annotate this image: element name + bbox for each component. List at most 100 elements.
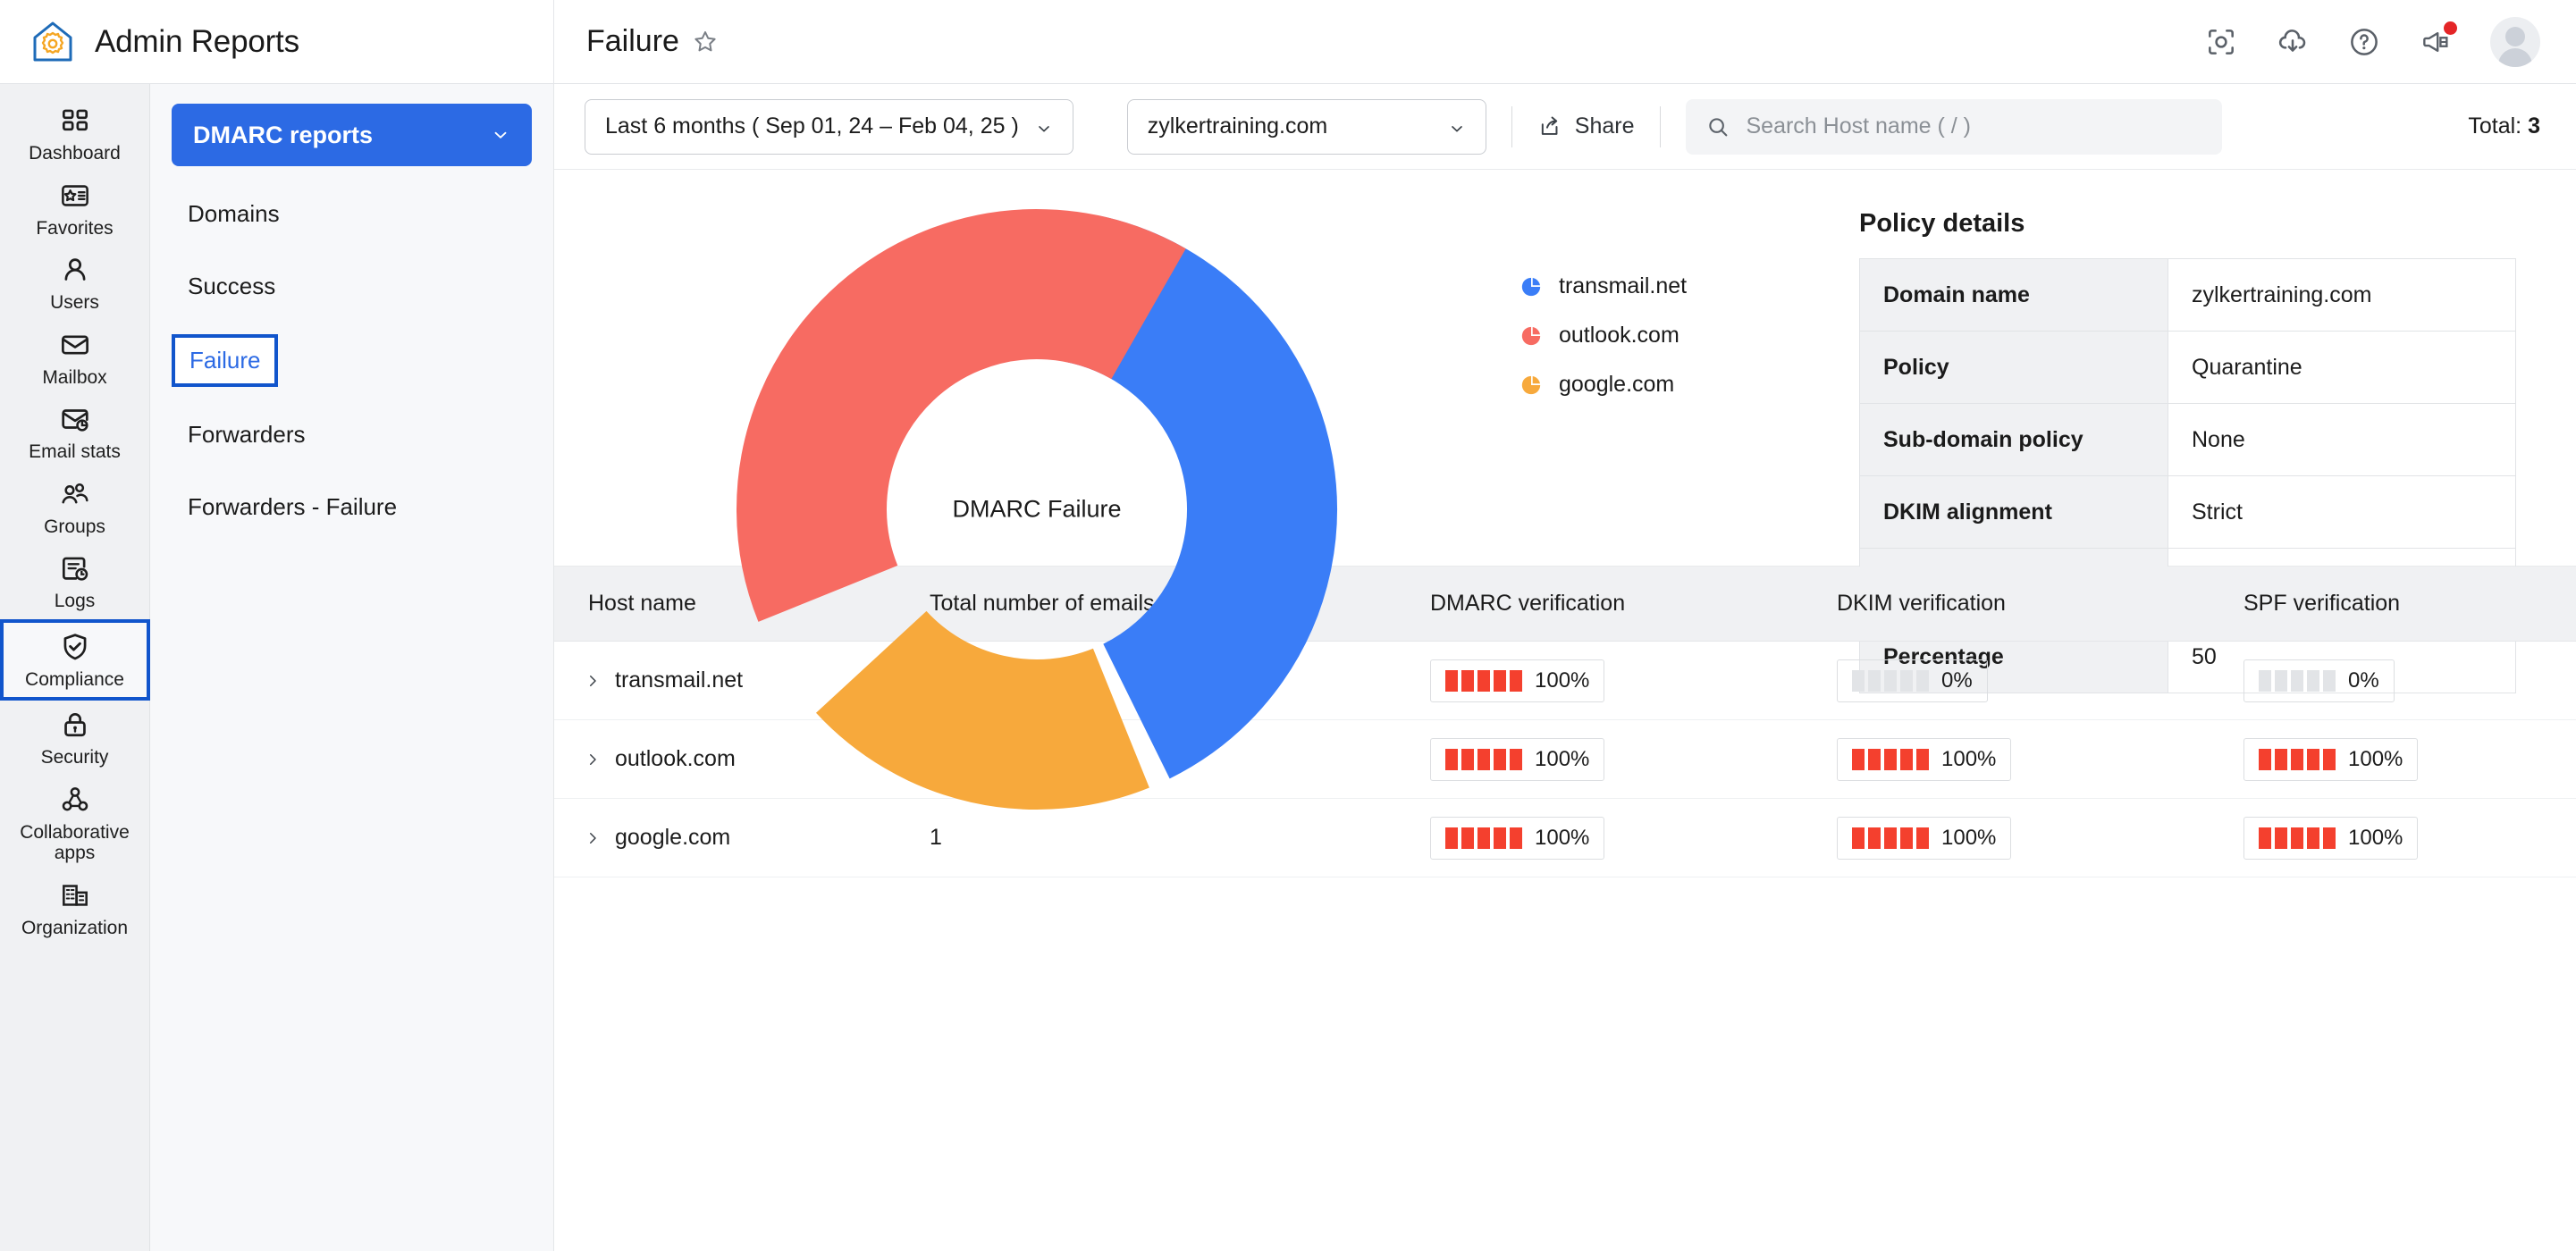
chevron-down-icon: [1448, 118, 1466, 136]
group-icon: [58, 477, 92, 511]
domain-selector-value: zylkertraining.com: [1147, 113, 1328, 139]
meter-percent: 100%: [1535, 667, 1590, 693]
meter-bars: [1445, 827, 1522, 849]
search-box[interactable]: [1685, 98, 2222, 155]
subnav-item-forwarders-failure[interactable]: Forwarders - Failure: [172, 483, 413, 532]
screenshot-capture-icon[interactable]: [2204, 25, 2238, 59]
meter-spf: 100%: [2243, 737, 2419, 781]
home-gear-icon: [30, 20, 75, 64]
brand[interactable]: Admin Reports: [0, 0, 554, 84]
chart-zone: DMARC Failure transmail.net outlook.com …: [554, 170, 2576, 810]
sidebar-item-security[interactable]: Security: [0, 701, 150, 776]
envelope-chart-icon: [58, 402, 92, 436]
page-title-wrap: Failure: [586, 24, 719, 59]
pie-slice-icon: [1520, 275, 1543, 298]
announcements-icon[interactable]: [2419, 21, 2457, 59]
meter-percent: 100%: [1535, 746, 1590, 771]
top-bar: Admin Reports Failure: [0, 0, 2576, 84]
sidebar-item-favorites[interactable]: Favorites: [0, 172, 150, 247]
help-icon[interactable]: [2347, 25, 2381, 59]
page-header: Failure: [554, 0, 2576, 84]
sidebar-item-label: Dashboard: [29, 143, 121, 164]
sidebar-item-label: Logs: [54, 591, 96, 612]
legend-label: google.com: [1559, 372, 1675, 397]
cell-spf-verification: 0%: [2243, 659, 2576, 702]
chevron-right-icon[interactable]: [585, 751, 601, 768]
shield-check-icon: [58, 630, 92, 664]
subnav-item-failure[interactable]: Failure: [172, 334, 279, 387]
dmarc-reports-group-header[interactable]: DMARC reports: [172, 104, 532, 166]
meter-bars: [1852, 827, 1929, 849]
subnav-item-forwarders[interactable]: Forwarders: [172, 410, 321, 459]
search-input[interactable]: [1746, 113, 2202, 139]
sidebar-item-logs[interactable]: Logs: [0, 544, 150, 619]
meter-percent: 100%: [2348, 825, 2403, 850]
cell-dkim-verification: 100%: [1837, 816, 2243, 860]
table-row: Policy Quarantine: [1859, 331, 2516, 404]
sidebar-item-label: Groups: [44, 516, 105, 537]
sidebar-item-email-stats[interactable]: Email stats: [0, 395, 150, 470]
sidebar-item-collaborative-apps[interactable]: Collaborative apps: [0, 776, 150, 871]
policy-key: Policy: [1859, 331, 2168, 404]
chevron-right-icon[interactable]: [585, 830, 601, 846]
date-range-label: Last 6 months ( Sep 01, 24 – Feb 04, 25 …: [605, 113, 1019, 139]
legend-item-google[interactable]: google.com: [1520, 372, 1859, 398]
meter-bars: [1445, 669, 1522, 692]
cloud-download-icon[interactable]: [2276, 25, 2310, 59]
cell-dmarc-verification: 100%: [1430, 659, 1837, 702]
column-header-spf: SPF verification: [2243, 591, 2401, 616]
main-content: Last 6 months ( Sep 01, 24 – Feb 04, 25 …: [554, 84, 2576, 1251]
chart-legend: transmail.net outlook.com google.com: [1520, 193, 1859, 421]
share-button[interactable]: Share: [1537, 113, 1635, 139]
policy-value: None: [2168, 403, 2516, 476]
cell-dkim-verification: 0%: [1837, 659, 2243, 702]
subnav-item-success[interactable]: Success: [172, 262, 291, 311]
meter-spf: 100%: [2243, 816, 2419, 860]
table-row: Domain name zylkertraining.com: [1859, 258, 2516, 332]
log-clock-icon: [58, 551, 92, 585]
page-title: Failure: [586, 24, 679, 58]
meter-dmarc: 100%: [1430, 659, 1605, 702]
policy-key: Sub-domain policy: [1859, 403, 2168, 476]
avatar[interactable]: [2490, 16, 2540, 67]
sidebar-item-label: Organization: [21, 917, 129, 938]
chevron-right-icon[interactable]: [585, 673, 601, 689]
sidebar-item-dashboard[interactable]: Dashboard: [0, 97, 150, 172]
date-range-filter[interactable]: Last 6 months ( Sep 01, 24 – Feb 04, 25 …: [585, 98, 1073, 155]
meter-percent: 0%: [2348, 667, 2379, 693]
secondary-nav-list: Domains Success Failure Forwarders Forwa…: [172, 189, 532, 555]
cell-dmarc-verification: 100%: [1430, 737, 1837, 781]
sidebar-item-groups[interactable]: Groups: [0, 470, 150, 545]
policy-value: Quarantine: [2168, 331, 2516, 404]
domain-selector[interactable]: zylkertraining.com: [1126, 98, 1486, 155]
user-icon: [58, 253, 92, 287]
meter-bars: [2259, 827, 2336, 849]
header-actions: [2204, 16, 2540, 67]
share-label: Share: [1574, 113, 1635, 139]
dmarc-reports-label: DMARC reports: [193, 121, 374, 148]
meter-dkim: 100%: [1837, 737, 2012, 781]
policy-key: DKIM alignment: [1859, 475, 2168, 549]
sidebar-item-compliance[interactable]: Compliance: [0, 618, 150, 701]
pie-slice-icon: [1520, 324, 1543, 348]
sidebar-item-users[interactable]: Users: [0, 246, 150, 321]
sidebar-item-organization[interactable]: Organization: [0, 871, 150, 946]
meter-bars: [2259, 748, 2336, 770]
star-list-icon: [58, 179, 92, 213]
column-header-dkim: DKIM verification: [1837, 591, 2006, 616]
sidebar-item-mailbox[interactable]: Mailbox: [0, 321, 150, 396]
legend-item-outlook[interactable]: outlook.com: [1520, 323, 1859, 348]
chevron-down-icon: [1035, 118, 1053, 136]
subnav-item-domains[interactable]: Domains: [172, 189, 296, 239]
legend-label: outlook.com: [1559, 323, 1679, 348]
cell-spf-verification: 100%: [2243, 816, 2576, 860]
legend-item-transmail[interactable]: transmail.net: [1520, 273, 1859, 299]
cell-total-emails: 1: [930, 825, 942, 850]
chevron-down-icon: [491, 125, 510, 145]
meter-percent: 100%: [1535, 825, 1590, 850]
building-icon: [58, 878, 92, 912]
star-outline-icon[interactable]: [692, 29, 719, 55]
table-row: Sub-domain policy None: [1859, 403, 2516, 476]
meter-percent: 100%: [1941, 825, 1997, 850]
meter-bars: [1852, 669, 1929, 692]
